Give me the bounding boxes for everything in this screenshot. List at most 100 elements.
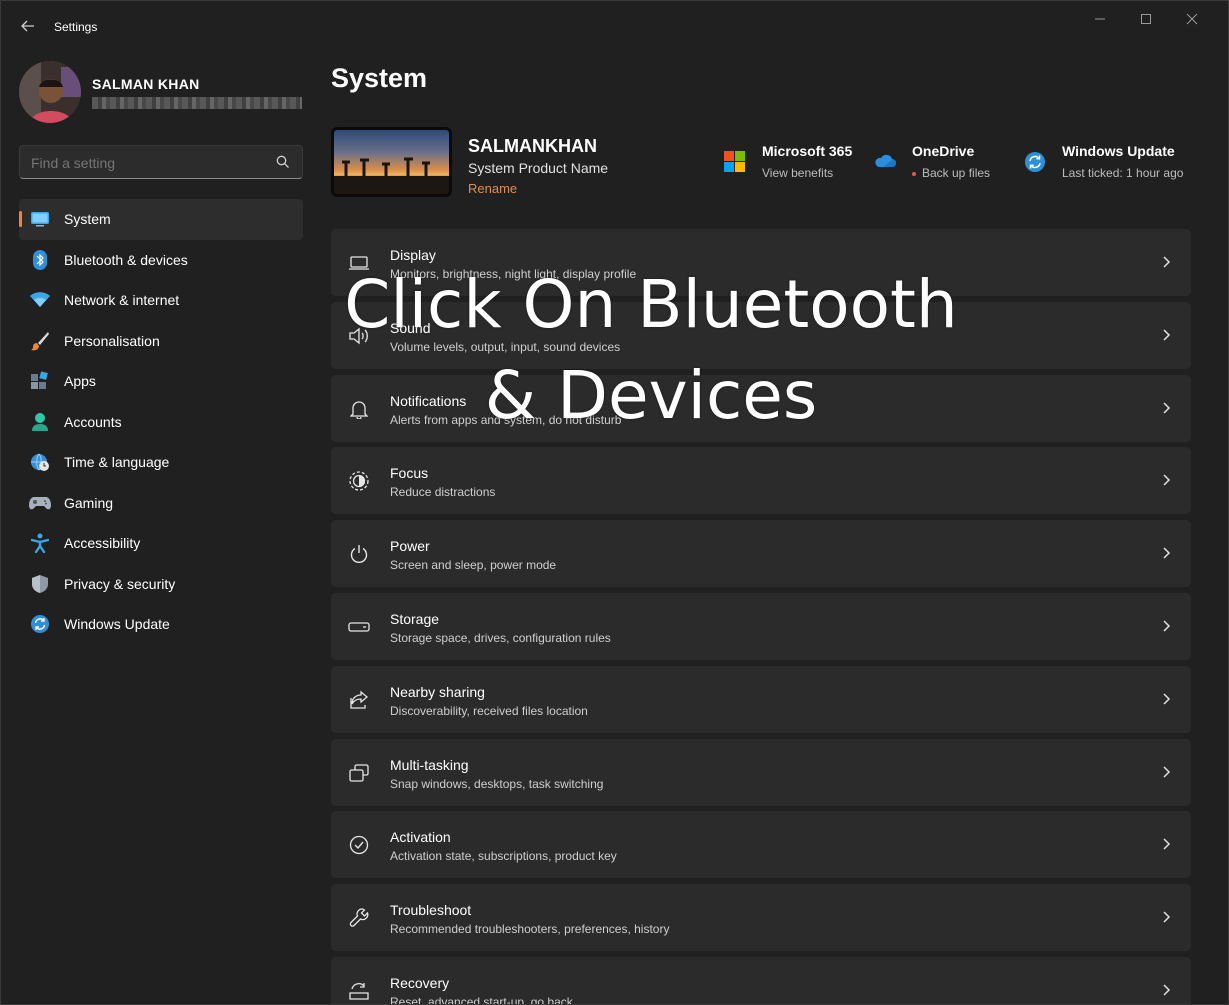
accessibility-icon [29, 532, 51, 554]
onedrive-cloud-icon [875, 154, 896, 168]
app-title: Settings [54, 20, 98, 34]
multitask-icon [348, 762, 370, 784]
sidebar-item-bluetooth-devices[interactable]: Bluetooth & devices [19, 240, 303, 281]
chevron-right-icon [1163, 402, 1171, 414]
chevron-right-icon [1163, 474, 1171, 486]
chevron-right-icon [1163, 620, 1171, 632]
avatar-photo [19, 61, 81, 123]
card-title: Multi-tasking [390, 756, 469, 773]
profile-name: SALMAN KHAN [92, 76, 200, 92]
chevron-right-icon [1163, 911, 1171, 923]
card-subtitle: Alerts from apps and system, do not dist… [390, 412, 622, 427]
profile-email-redacted [92, 97, 302, 109]
quick-link-subtitle: Last ticked: 1 hour ago [1062, 166, 1184, 180]
share-icon [348, 689, 370, 711]
update-icon [29, 613, 51, 635]
sidebar-item-label: Accessibility [64, 535, 141, 552]
card-display[interactable]: Display Monitors, brightness, night ligh… [331, 229, 1191, 296]
card-multi-tasking[interactable]: Multi-tasking Snap windows, desktops, ta… [331, 738, 1191, 806]
card-activation[interactable]: Activation Activation state, subscriptio… [331, 811, 1191, 879]
shield-icon [29, 573, 51, 595]
title-bar: Settings [1, 1, 1228, 51]
search-input[interactable] [31, 155, 271, 171]
chevron-right-icon [1163, 693, 1171, 705]
card-focus[interactable]: Focus Reduce distractions [331, 447, 1191, 515]
sidebar-item-privacy-security[interactable]: Privacy & security [19, 564, 303, 605]
chevron-right-icon [1163, 766, 1171, 778]
card-title: Nearby sharing [390, 683, 485, 700]
minimize-button[interactable] [1080, 7, 1120, 31]
card-storage[interactable]: Storage Storage space, drives, configura… [331, 592, 1191, 660]
page-title: System [331, 63, 428, 93]
speaker-icon [348, 325, 370, 347]
card-title: Focus [390, 465, 429, 482]
chevron-right-icon [1163, 838, 1171, 850]
search-icon[interactable] [276, 155, 290, 169]
sidebar-item-label: Time & language [64, 454, 170, 471]
card-power[interactable]: Power Screen and sleep, power mode [331, 520, 1191, 588]
card-subtitle: Snap windows, desktops, task switching [390, 776, 604, 791]
sidebar-item-windows-update[interactable]: Windows Update [19, 604, 303, 645]
quick-link-title: Windows Update [1062, 143, 1175, 159]
gamepad-icon [29, 492, 51, 514]
back-arrow-icon [21, 20, 34, 32]
card-subtitle: Monitors, brightness, night light, displ… [390, 267, 637, 281]
sidebar-item-apps[interactable]: Apps [19, 361, 303, 402]
sidebar-item-accessibility[interactable]: Accessibility [19, 523, 303, 564]
card-subtitle: Activation state, subscriptions, product… [390, 849, 617, 864]
card-notifications[interactable]: Notifications Alerts from apps and syste… [331, 374, 1191, 442]
card-title: Troubleshoot [390, 902, 472, 919]
display-icon [348, 252, 370, 274]
card-nearby-sharing[interactable]: Nearby sharing Discoverability, received… [331, 665, 1191, 733]
bell-icon [348, 398, 370, 420]
chevron-right-icon [1163, 984, 1171, 996]
card-title: Notifications [390, 392, 467, 409]
sidebar-item-network[interactable]: Network & internet [19, 280, 303, 321]
card-title: Activation [390, 829, 451, 846]
check-circle-icon [348, 834, 370, 856]
sidebar-item-system[interactable]: System [19, 199, 303, 240]
close-button[interactable] [1172, 7, 1212, 31]
card-subtitle: Screen and sleep, power mode [390, 558, 557, 573]
device-product-name: System Product Name [468, 160, 609, 176]
sidebar-item-personalisation[interactable]: Personalisation [19, 321, 303, 362]
card-recovery[interactable]: Recovery Reset, advanced start-up, go ba… [331, 956, 1191, 1004]
search-box[interactable] [19, 145, 303, 179]
card-title: Power [390, 538, 430, 555]
sidebar-item-gaming[interactable]: Gaming [19, 483, 303, 524]
wifi-icon [29, 289, 51, 311]
sidebar-nav: System Bluetooth & devices Network & int… [19, 199, 303, 645]
person-icon [29, 411, 51, 433]
rename-link[interactable]: Rename [468, 181, 517, 196]
quick-link-subtitle: View benefits [762, 166, 834, 180]
sidebar-item-accounts[interactable]: Accounts [19, 402, 303, 443]
back-button[interactable] [15, 13, 41, 39]
card-title: Display [390, 247, 436, 263]
card-subtitle: Discoverability, received files location [390, 703, 588, 718]
wrench-icon [348, 907, 370, 929]
microsoft-logo-icon [724, 151, 745, 172]
maximize-button[interactable] [1126, 7, 1166, 31]
minimize-icon [1095, 18, 1105, 20]
sidebar-item-label: Privacy & security [64, 575, 176, 592]
chevron-right-icon [1163, 329, 1171, 341]
card-troubleshoot[interactable]: Troubleshoot Recommended troubleshooters… [331, 884, 1191, 952]
quick-link-subtitle: Back up files [912, 166, 990, 180]
card-title: Recovery [390, 974, 450, 991]
chevron-right-icon [1163, 547, 1171, 559]
sidebar-item-time-language[interactable]: Time & language [19, 442, 303, 483]
sidebar-item-label: Gaming [64, 494, 114, 511]
card-sound[interactable]: Sound Volume levels, output, input, soun… [331, 301, 1191, 369]
system-icon [29, 208, 51, 230]
avatar[interactable] [19, 61, 81, 123]
storage-icon [348, 616, 370, 638]
card-subtitle: Recommended troubleshooters, preferences… [390, 922, 670, 937]
status-dot [912, 171, 916, 176]
settings-list: Display Monitors, brightness, night ligh… [331, 229, 1191, 1004]
card-subtitle: Storage space, drives, configuration rul… [390, 630, 611, 645]
card-subtitle: Reduce distractions [390, 485, 496, 500]
sidebar-item-label: Personalisation [64, 332, 160, 349]
card-title: Storage [390, 610, 440, 627]
bluetooth-icon [29, 249, 51, 271]
device-wallpaper-thumbnail[interactable] [331, 127, 452, 197]
